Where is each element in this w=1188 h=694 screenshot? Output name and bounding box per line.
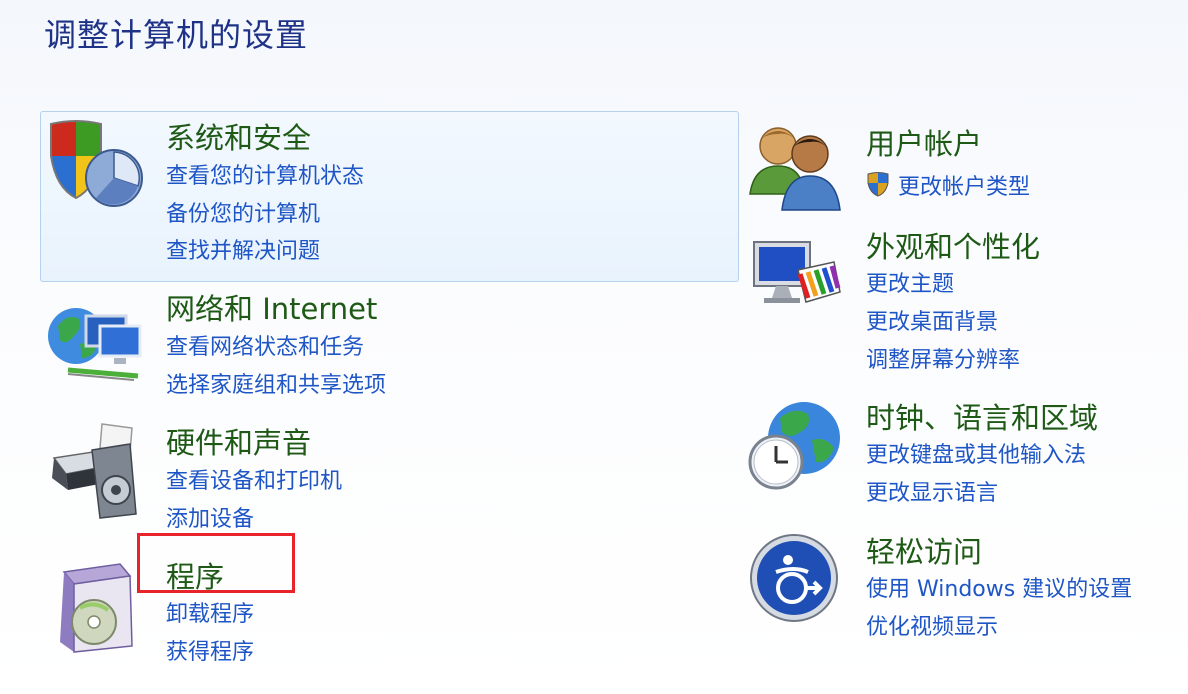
- category-title-hardware[interactable]: 硬件和声音: [166, 420, 311, 462]
- category-title-appearance[interactable]: 外观和个性化: [866, 224, 1040, 266]
- printer-speaker-icon: [52, 423, 137, 519]
- page-title: 调整计算机的设置: [44, 16, 309, 54]
- link-backup-computer[interactable]: 备份您的计算机: [166, 196, 320, 228]
- annotation-highlight-box: [137, 533, 295, 593]
- category-title-ease-access[interactable]: 轻松访问: [866, 529, 982, 571]
- link-find-fix-problems[interactable]: 查找并解决问题: [166, 233, 320, 265]
- link-view-network-status[interactable]: 查看网络状态和任务: [166, 329, 364, 361]
- link-change-account-type[interactable]: 更改帐户类型: [866, 169, 1030, 201]
- network-globe-icon: [48, 308, 142, 381]
- category-title-system-security[interactable]: 系统和安全: [166, 115, 311, 157]
- link-get-programs[interactable]: 获得程序: [166, 634, 254, 666]
- category-title-clock-region[interactable]: 时钟、语言和区域: [866, 395, 1098, 437]
- link-adjust-resolution[interactable]: 调整屏幕分辨率: [866, 342, 1020, 374]
- link-view-computer-status[interactable]: 查看您的计算机状态: [166, 158, 364, 190]
- ease-of-access-icon: [750, 534, 838, 622]
- category-title-network[interactable]: 网络和 Internet: [166, 286, 377, 328]
- monitor-palette-icon: [753, 241, 841, 303]
- link-change-input-method[interactable]: 更改键盘或其他输入法: [866, 437, 1086, 469]
- link-change-display-language[interactable]: 更改显示语言: [866, 475, 998, 507]
- shield-chart-icon: [50, 120, 143, 207]
- link-change-account-type-label: 更改帐户类型: [898, 175, 1031, 200]
- link-recommended-settings[interactable]: 使用 Windows 建议的设置: [866, 571, 1132, 603]
- users-icon: [749, 127, 841, 211]
- link-uninstall-program[interactable]: 卸载程序: [166, 596, 254, 628]
- link-change-desktop-background[interactable]: 更改桌面背景: [866, 304, 998, 336]
- link-add-device[interactable]: 添加设备: [166, 501, 254, 533]
- link-change-theme[interactable]: 更改主题: [866, 266, 954, 298]
- link-devices-printers[interactable]: 查看设备和打印机: [166, 463, 342, 495]
- link-homegroup-sharing[interactable]: 选择家庭组和共享选项: [166, 367, 386, 399]
- program-box-icon: [60, 563, 133, 653]
- link-optimize-visual-display[interactable]: 优化视频显示: [866, 609, 998, 641]
- uac-shield-icon: [867, 172, 889, 197]
- globe-clock-icon: [748, 402, 840, 490]
- category-title-user-accounts[interactable]: 用户帐户: [866, 121, 982, 163]
